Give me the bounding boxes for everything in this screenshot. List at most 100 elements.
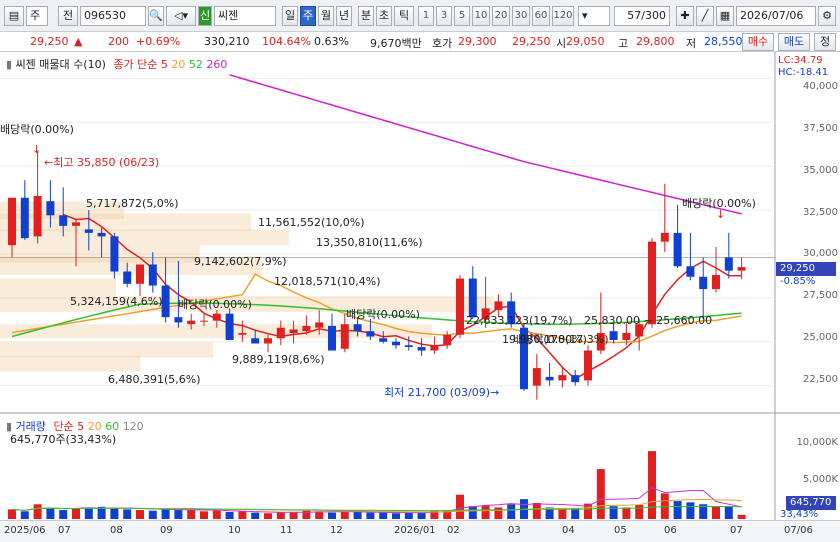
change-percent: +0.69%: [136, 35, 181, 48]
volume-profile-label: 11,561,552(10,0%): [258, 216, 365, 229]
period-tick[interactable]: 틱: [394, 6, 414, 26]
candle: [123, 271, 132, 284]
volume-bar: [251, 512, 260, 519]
volume-bar: [59, 510, 68, 519]
period-day[interactable]: 일: [282, 6, 298, 26]
price-axis-tick: 22,500: [803, 374, 838, 385]
ma52-label: 52: [188, 58, 203, 71]
bid-price: 29,250: [512, 35, 551, 48]
date-tick: 12: [330, 525, 343, 536]
volume-bar: [276, 511, 285, 519]
interval-30[interactable]: 30: [512, 6, 530, 26]
ask-price: 29,300: [458, 35, 497, 48]
date-tick: 04: [562, 525, 575, 536]
volume-profile-bar: [0, 355, 141, 372]
speaker-icon[interactable]: ◁▾: [166, 6, 196, 26]
bar-count[interactable]: 57/300: [614, 6, 670, 26]
candle: [609, 331, 618, 340]
volume-bar: [72, 508, 80, 519]
interval-120[interactable]: 120: [552, 6, 574, 26]
candle: [340, 324, 349, 349]
candle: [46, 201, 55, 216]
volume-profile-label: 19,980,178(17,3%): [502, 333, 609, 346]
period-second[interactable]: 초: [376, 6, 392, 26]
period-year[interactable]: 년: [336, 6, 352, 26]
volume-axis-tick: 5,000K: [802, 474, 838, 485]
price-axis-tick: 40,000: [803, 81, 838, 92]
volume-tag: 645,770: [786, 496, 836, 510]
high-price: 29,800: [636, 35, 675, 48]
sell-button[interactable]: 매도: [778, 33, 810, 51]
calendar-icon[interactable]: ▦: [716, 6, 734, 26]
interval-60[interactable]: 60: [532, 6, 550, 26]
price-change: 200: [108, 35, 129, 48]
volume-profile-label: 6,480,391(5,6%): [108, 373, 201, 386]
candle: [456, 278, 464, 335]
price-axis-tick: 27,500: [803, 290, 838, 301]
prev-button[interactable]: 전: [58, 6, 78, 26]
volume-bar: [328, 512, 336, 519]
dividend-marker: 배당락(0.00%): [178, 298, 252, 311]
buy-button[interactable]: 매수: [742, 33, 774, 51]
price-chart[interactable]: [0, 52, 840, 520]
period-week[interactable]: 주: [300, 6, 316, 26]
chart-menu-icon[interactable]: ▤: [4, 6, 24, 26]
interval-10[interactable]: 10: [472, 6, 490, 26]
quote-bar: 29,250 ▲ 200 +0.69% 330,210 104.64% 0.63…: [0, 32, 840, 52]
draw-line-icon[interactable]: ╱: [696, 6, 714, 26]
volume-bar: [289, 512, 298, 519]
period-month[interactable]: 월: [318, 6, 334, 26]
custom-interval-select[interactable]: ▾: [578, 6, 610, 26]
interval-1[interactable]: 1: [418, 6, 434, 26]
search-icon[interactable]: 🔍: [148, 6, 164, 26]
volume-bar: [8, 509, 16, 519]
low-price: 28,550: [704, 35, 743, 48]
volume-bar: [123, 509, 132, 519]
date-tick: 03: [508, 525, 521, 536]
stock-code-input[interactable]: 096530: [80, 6, 146, 26]
period-minute[interactable]: 분: [358, 6, 374, 26]
volume-bar: [187, 510, 196, 519]
volume-profile-label: 13,350,810(11,6%): [316, 236, 423, 249]
interval-5[interactable]: 5: [454, 6, 470, 26]
toolbar: ▤ 주 전 096530 🔍 ◁▾ 신 씨젠 일 주 월 년 분 초 틱 1 3…: [0, 0, 840, 32]
volume-bar: [558, 508, 567, 519]
volume-bar: [456, 494, 464, 519]
volume-bar: [622, 507, 631, 519]
volume-bar: [660, 493, 669, 519]
high-marker-text: 최고 35,850 (06/23): [53, 156, 160, 169]
open-price: 29,050: [566, 35, 605, 48]
interval-3[interactable]: 3: [436, 6, 452, 26]
candle: [174, 317, 183, 323]
candle: [379, 338, 388, 342]
high-label: 고: [618, 37, 629, 50]
candle: [251, 338, 260, 344]
candle: [430, 345, 439, 351]
volume-bar: [46, 507, 55, 519]
volume-bar: [635, 504, 644, 519]
interval-20[interactable]: 20: [492, 6, 510, 26]
mode-select[interactable]: 주: [26, 6, 48, 26]
down-arrow-icon: ↓: [32, 143, 42, 156]
crosshair-icon[interactable]: ✚: [676, 6, 694, 26]
volume-ratio: 104.64%: [262, 35, 311, 48]
candle: [468, 278, 477, 318]
settings-icon[interactable]: ⚙: [818, 6, 836, 26]
volume-bar: [110, 507, 119, 519]
volume-profile-label: 5,324,159(4,6%): [70, 295, 163, 308]
volume-pct: 33,43%: [780, 509, 819, 520]
volume-bar: [673, 501, 682, 519]
current-price-tag: 29,250: [776, 262, 836, 276]
candle: [686, 266, 695, 277]
volume-bar: [686, 502, 695, 519]
volume-bar: [404, 512, 413, 519]
volume-bar: [353, 511, 362, 519]
candle: [276, 327, 285, 339]
price-axis-tick: 30,000: [803, 248, 838, 259]
correct-order-button[interactable]: 정: [814, 33, 836, 51]
volume-bar: [392, 513, 400, 519]
date-input[interactable]: 2026/07/06: [736, 6, 816, 26]
candle: [737, 267, 746, 271]
candle: [648, 241, 656, 325]
volume-bar: [264, 513, 272, 519]
